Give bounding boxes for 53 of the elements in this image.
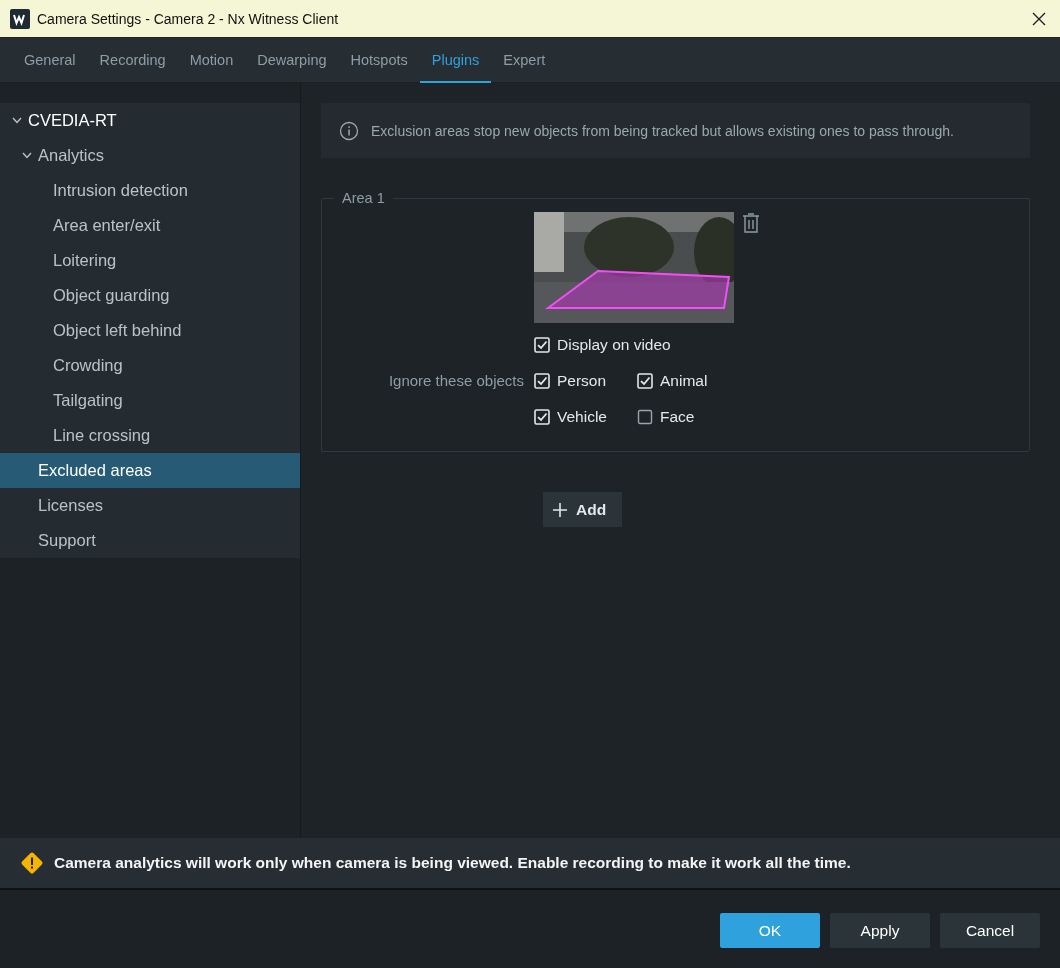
item-label: Analytics xyxy=(38,146,105,165)
tree-item[interactable]: Area enter/exit xyxy=(0,208,300,243)
app-logo-icon xyxy=(10,8,30,29)
item-label: CVEDIA-RT xyxy=(28,111,117,130)
add-button[interactable]: Add xyxy=(543,492,623,527)
tab[interactable]: Dewarping xyxy=(245,38,339,83)
tree-item[interactable]: Analytics xyxy=(0,138,300,173)
item-label: Loitering xyxy=(53,251,117,270)
checkbox[interactable] xyxy=(637,409,653,425)
tree-item[interactable]: Intrusion detection xyxy=(0,173,300,208)
info-text: Exclusion areas stop new objects from being tracked but allows existing ones to pass through. xyxy=(371,122,954,139)
dialog-button[interactable]: Apply xyxy=(830,913,930,948)
window-title: Camera Settings - Camera 2 - Nx Witness Client xyxy=(37,10,340,27)
tree-item[interactable]: Support xyxy=(0,523,300,558)
item-label: Licenses xyxy=(38,496,104,515)
tab[interactable]: Recording xyxy=(87,38,178,83)
tab[interactable]: General xyxy=(12,38,88,83)
area-title: Area 1 xyxy=(341,190,386,206)
plus-icon xyxy=(553,502,567,517)
item-label: Area enter/exit xyxy=(53,216,161,235)
info-icon xyxy=(339,120,359,141)
item-label: Object guarding xyxy=(53,286,170,305)
item-label: Support xyxy=(38,531,96,550)
caret-icon[interactable] xyxy=(22,152,34,159)
close-icon[interactable] xyxy=(1032,11,1046,26)
tree-item[interactable]: CVEDIA-RT xyxy=(0,103,300,138)
tab[interactable]: Motion xyxy=(177,38,246,83)
checkbox-label: Face xyxy=(660,408,695,426)
checkbox-label: Person xyxy=(557,372,607,390)
tab[interactable]: Expert xyxy=(491,38,558,83)
tree-item[interactable]: Tailgating xyxy=(0,383,300,418)
item-label: Tailgating xyxy=(53,391,123,410)
checkbox-label: Display on video xyxy=(557,336,671,354)
tab[interactable]: Hotspots xyxy=(338,38,420,83)
field-label: Ignore these objects xyxy=(388,372,525,389)
dialog-button[interactable]: Cancel xyxy=(940,913,1040,948)
warning-text: Camera analytics will work only when camera is being viewed. Enable recording to make it work all the time. xyxy=(54,854,851,872)
item-label: Intrusion detection xyxy=(53,181,188,200)
item-label: Object left behind xyxy=(53,321,182,340)
tree-item[interactable]: Crowding xyxy=(0,348,300,383)
tree-item[interactable]: Loitering xyxy=(0,243,300,278)
item-label: Crowding xyxy=(53,356,123,375)
tree-item[interactable]: Line crossing xyxy=(0,418,300,453)
item-label: Excluded areas xyxy=(38,461,152,480)
item-label: Line crossing xyxy=(53,426,151,445)
trash-icon[interactable] xyxy=(742,212,760,234)
tree-item[interactable]: Object left behind xyxy=(0,313,300,348)
caret-icon[interactable] xyxy=(12,117,24,124)
tree-item[interactable]: Object guarding xyxy=(0,278,300,313)
checkbox-label: Vehicle xyxy=(557,408,607,426)
tree-item[interactable]: Excluded areas xyxy=(0,453,300,488)
tree-item[interactable]: Licenses xyxy=(0,488,300,523)
checkbox-label: Animal xyxy=(660,372,708,390)
